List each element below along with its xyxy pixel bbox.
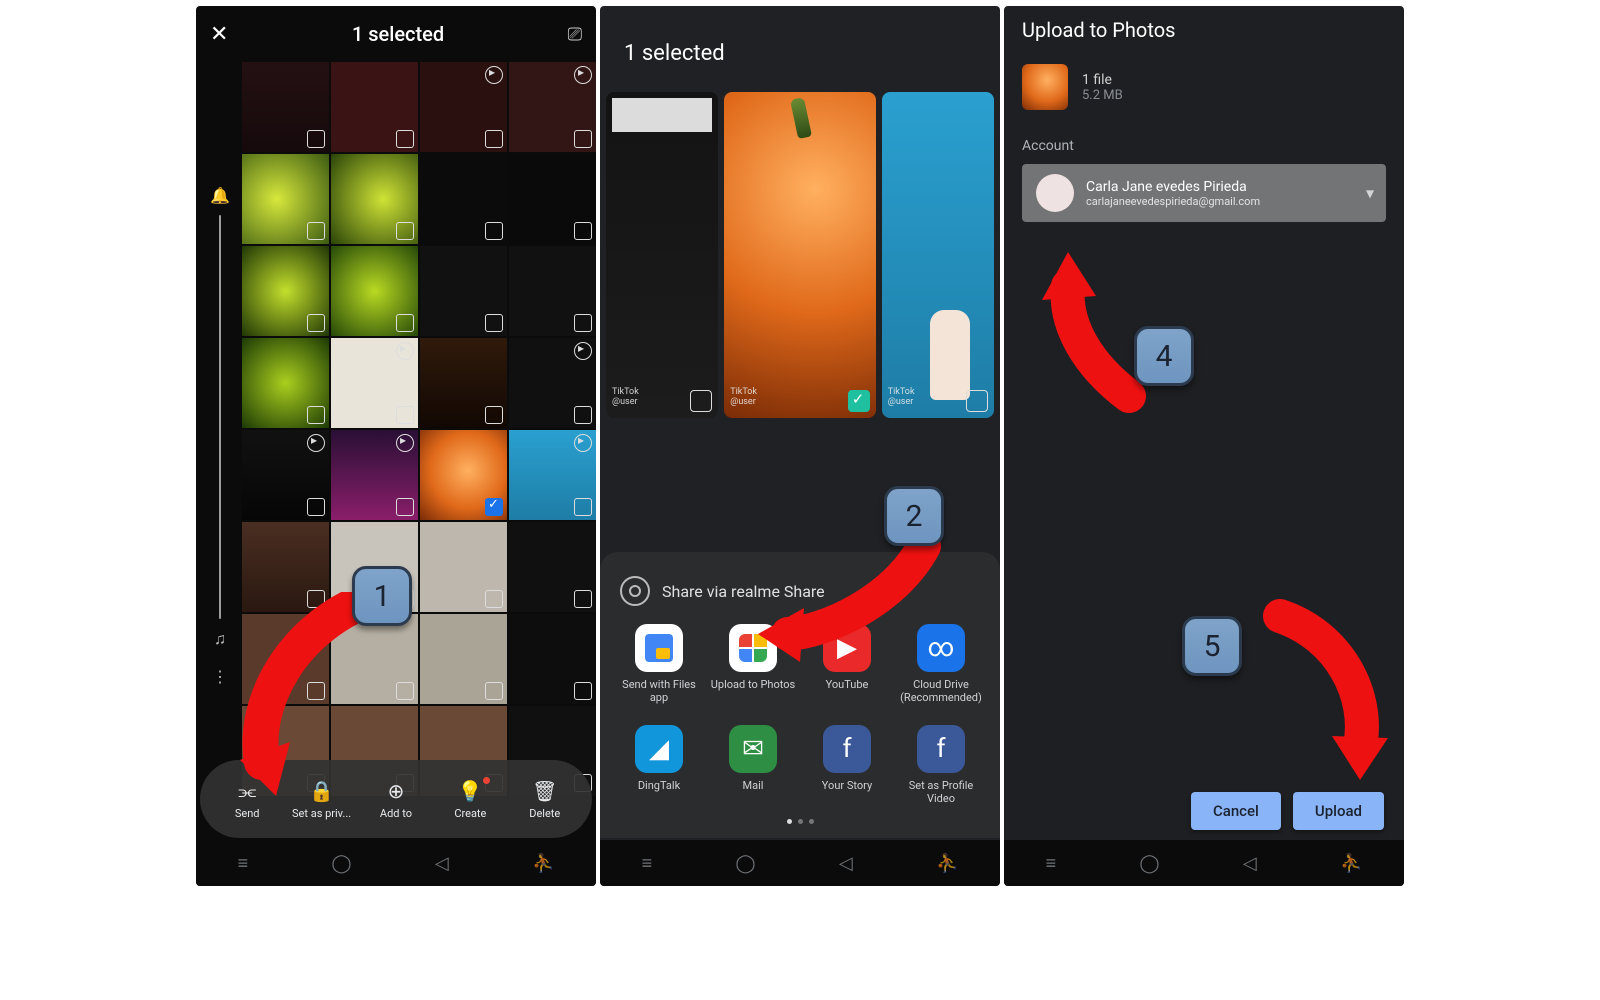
arrow-5 — [1260, 596, 1390, 786]
thumb[interactable] — [420, 246, 507, 336]
thumb[interactable] — [420, 338, 507, 428]
android-navbar: ≡ ◯ ◁ ⛹ — [1004, 840, 1404, 886]
selection-count: 1 selected — [624, 41, 725, 66]
thumb[interactable] — [242, 430, 329, 520]
dialog-buttons: Cancel Upload — [1004, 792, 1404, 830]
thumb[interactable] — [242, 338, 329, 428]
media-preview: TikTok@user TikTok@user TikTok@user — [606, 92, 994, 418]
phone-upload-dialog: Upload to Photos 1 file 5.2 MB Account C… — [1004, 6, 1404, 886]
preview-card[interactable]: TikTok@user — [606, 92, 718, 418]
back-icon[interactable]: ◁ — [1243, 853, 1257, 874]
thumb[interactable] — [242, 246, 329, 336]
thumb[interactable] — [420, 614, 507, 704]
phone-share-sheet: 1 selected TikTok@user TikTok@user TikTo… — [600, 6, 1000, 886]
trash-icon: 🗑 — [532, 779, 557, 803]
share-header: 1 selected — [600, 6, 1000, 76]
recents-icon[interactable]: ≡ — [238, 853, 249, 874]
step-badge-5: 5 — [1182, 616, 1242, 676]
thumb[interactable] — [509, 522, 596, 612]
thumb[interactable] — [509, 338, 596, 428]
preview-card-selected[interactable]: TikTok@user — [724, 92, 876, 418]
cancel-button[interactable]: Cancel — [1191, 792, 1281, 830]
step-badge-4: 4 — [1134, 326, 1194, 386]
thumb[interactable] — [331, 62, 418, 152]
home-icon[interactable]: ◯ — [735, 853, 755, 874]
step-badge-1: 1 — [352, 566, 412, 626]
gallery-header: ✕ 1 selected ⎚ — [196, 6, 596, 62]
phone-gallery: ✕ 1 selected ⎚ 🔔 ♫ ⋮ — [196, 6, 596, 886]
app-story[interactable]: f Your Story — [800, 725, 894, 805]
more-icon[interactable]: ⋮ — [212, 667, 228, 686]
thumb[interactable] — [509, 62, 596, 152]
account-email: carlajaneevedespirieda@gmail.com — [1086, 195, 1260, 208]
thumb[interactable] — [509, 430, 596, 520]
app-mail[interactable]: ✉ Mail — [706, 725, 800, 805]
thumb[interactable] — [420, 62, 507, 152]
thumb-selected[interactable] — [420, 430, 507, 520]
thumb[interactable] — [242, 62, 329, 152]
chevron-down-icon: ▾ — [1366, 184, 1374, 203]
back-icon[interactable]: ◁ — [839, 853, 853, 874]
delete-button[interactable]: 🗑 Delete — [513, 779, 577, 820]
upload-button[interactable]: Upload — [1293, 792, 1384, 830]
app-profile-video[interactable]: f Set as Profile Video — [894, 725, 988, 805]
accessibility-icon[interactable]: ⛹ — [532, 853, 554, 874]
thumb[interactable] — [509, 614, 596, 704]
cast-icon[interactable]: ⎚ — [568, 24, 582, 45]
thumb[interactable] — [420, 154, 507, 244]
file-summary: 1 file 5.2 MB — [1022, 64, 1386, 110]
selection-count: 1 selected — [352, 22, 444, 46]
create-button[interactable]: 💡 Create — [438, 779, 502, 820]
bell-icon[interactable]: 🔔 — [210, 186, 230, 205]
thumb[interactable] — [509, 154, 596, 244]
thumb[interactable] — [420, 522, 507, 612]
accessibility-icon[interactable]: ⛹ — [1340, 853, 1362, 874]
app-files[interactable]: Send with Files app — [612, 624, 706, 704]
hotspot-icon — [620, 576, 650, 606]
accessibility-icon[interactable]: ⛹ — [936, 853, 958, 874]
thumb[interactable] — [331, 338, 418, 428]
close-icon[interactable]: ✕ — [210, 22, 228, 47]
home-icon[interactable]: ◯ — [331, 853, 351, 874]
back-icon[interactable]: ◁ — [435, 853, 449, 874]
account-label: Account — [1022, 138, 1386, 154]
music-icon[interactable]: ♫ — [214, 629, 226, 649]
file-count: 1 file — [1082, 72, 1123, 88]
account-selector[interactable]: Carla Jane evedes Pirieda carlajaneevede… — [1022, 164, 1386, 222]
android-navbar: ≡ ◯ ◁ ⛹ — [600, 840, 1000, 886]
file-size: 5.2 MB — [1082, 88, 1123, 103]
file-thumbnail — [1022, 64, 1068, 110]
dialog-title: Upload to Photos — [1022, 18, 1386, 42]
thumb[interactable] — [331, 246, 418, 336]
recents-icon[interactable]: ≡ — [1046, 853, 1057, 874]
home-icon[interactable]: ◯ — [1139, 853, 1159, 874]
account-name: Carla Jane evedes Pirieda — [1086, 179, 1260, 195]
thumb[interactable] — [242, 154, 329, 244]
app-dingtalk[interactable]: ◢ DingTalk — [612, 725, 706, 805]
bulb-icon: 💡 — [458, 779, 483, 803]
recents-icon[interactable]: ≡ — [642, 853, 653, 874]
thumb[interactable] — [331, 430, 418, 520]
thumb[interactable] — [331, 154, 418, 244]
pager-dots — [612, 819, 988, 824]
avatar — [1036, 174, 1074, 212]
preview-card[interactable]: TikTok@user — [882, 92, 994, 418]
thumb[interactable] — [509, 246, 596, 336]
android-navbar: ≡ ◯ ◁ ⛹ — [196, 840, 596, 886]
step-badge-2: 2 — [884, 486, 944, 546]
arrow-2 — [754, 532, 944, 672]
